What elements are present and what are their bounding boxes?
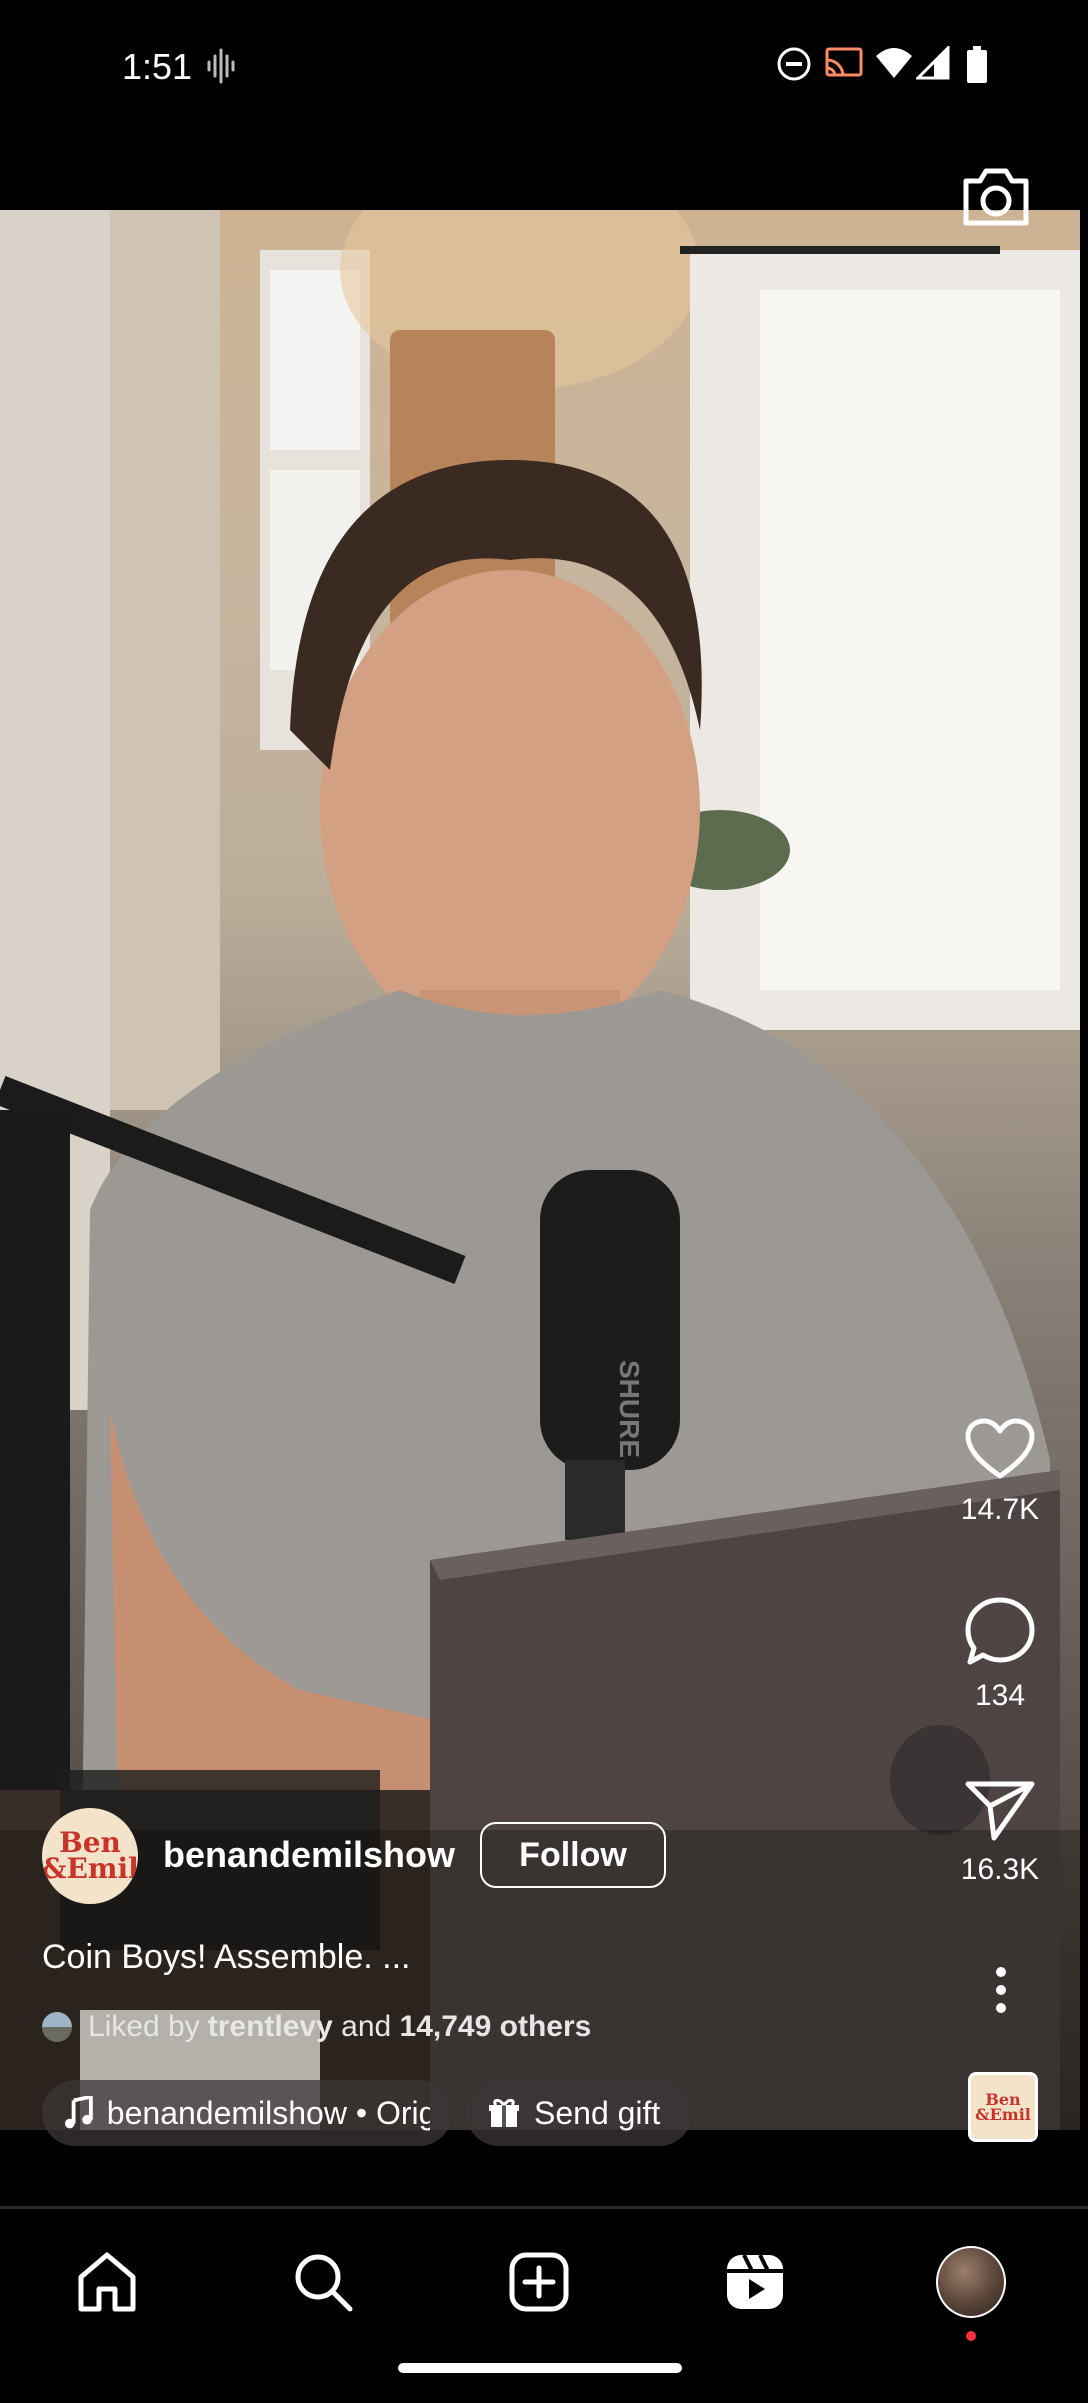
comment-count: 134 [974, 1679, 1026, 1712]
comment-button[interactable]: 134 [940, 1596, 1060, 1713]
share-count: 16.3K [960, 1853, 1040, 1886]
gift-icon [489, 2098, 519, 2127]
camera-button[interactable] [960, 165, 1040, 235]
wifi-icon [874, 46, 914, 85]
follow-button[interactable]: Follow [480, 1822, 666, 1888]
signal-icon [914, 44, 950, 85]
nav-reels[interactable] [720, 2247, 790, 2317]
create-icon [509, 2252, 569, 2312]
cast-icon [824, 46, 864, 85]
like-count: 14.7K [960, 1493, 1040, 1526]
nav-create[interactable] [504, 2247, 574, 2317]
send-gift-label: Send gift [534, 2094, 661, 2131]
liked-prefix: Liked by [88, 2010, 200, 2043]
svg-text:SHURE: SHURE [614, 1360, 645, 1458]
search-icon [295, 2254, 353, 2312]
audio-thumbnail[interactable]: Ben &Emil [968, 2072, 1038, 2142]
do-not-disturb-icon [776, 46, 812, 87]
liked-others[interactable]: 14,749 others [400, 2010, 592, 2044]
audio-label: benandemilshow • Origi [106, 2094, 430, 2131]
author-username[interactable]: benandemilshow [163, 1834, 455, 1876]
comment-icon [965, 1597, 1035, 1665]
heart-icon [965, 1418, 1035, 1479]
liked-by-avatar [42, 2012, 72, 2042]
nav-search[interactable] [288, 2247, 358, 2317]
like-button[interactable]: 14.7K [940, 1418, 1060, 1527]
nav-home[interactable] [72, 2247, 142, 2317]
status-bar: 1:51 [0, 0, 1088, 135]
notification-dot [966, 2331, 976, 2341]
status-time: 1:51 [122, 46, 193, 87]
home-indicator[interactable] [398, 2363, 682, 2373]
profile-avatar [936, 2246, 1006, 2318]
music-note-icon [64, 2096, 93, 2129]
share-button[interactable]: 16.3K [940, 1778, 1060, 1887]
home-icon [78, 2252, 136, 2312]
more-options-button[interactable] [990, 1965, 1012, 2020]
battery-icon [966, 46, 988, 89]
send-icon [965, 1781, 1035, 1841]
author-avatar-logo: Ben &Emil [42, 1826, 138, 1885]
liked-by-row[interactable]: Liked by trentlevy and 14,749 others [42, 2010, 591, 2044]
author-avatar[interactable]: Ben &Emil [42, 1808, 138, 1904]
bottom-navigation [0, 2206, 1088, 2403]
liked-user[interactable]: trentlevy [208, 2010, 333, 2044]
send-gift-button[interactable]: Send gift [466, 2080, 692, 2146]
more-vertical-icon [996, 1967, 1006, 2013]
liked-middle: and [332, 2010, 400, 2043]
nav-profile[interactable] [936, 2246, 1006, 2341]
voice-recorder-icon [205, 46, 237, 91]
reel-caption[interactable]: Coin Boys! Assemble. ... [42, 1938, 411, 1977]
audio-pill[interactable]: benandemilshow • Origi [42, 2080, 452, 2146]
reels-icon [727, 2254, 783, 2309]
audio-thumb-logo: Ben &Emil [975, 2090, 1031, 2124]
camera-icon [963, 168, 1029, 226]
